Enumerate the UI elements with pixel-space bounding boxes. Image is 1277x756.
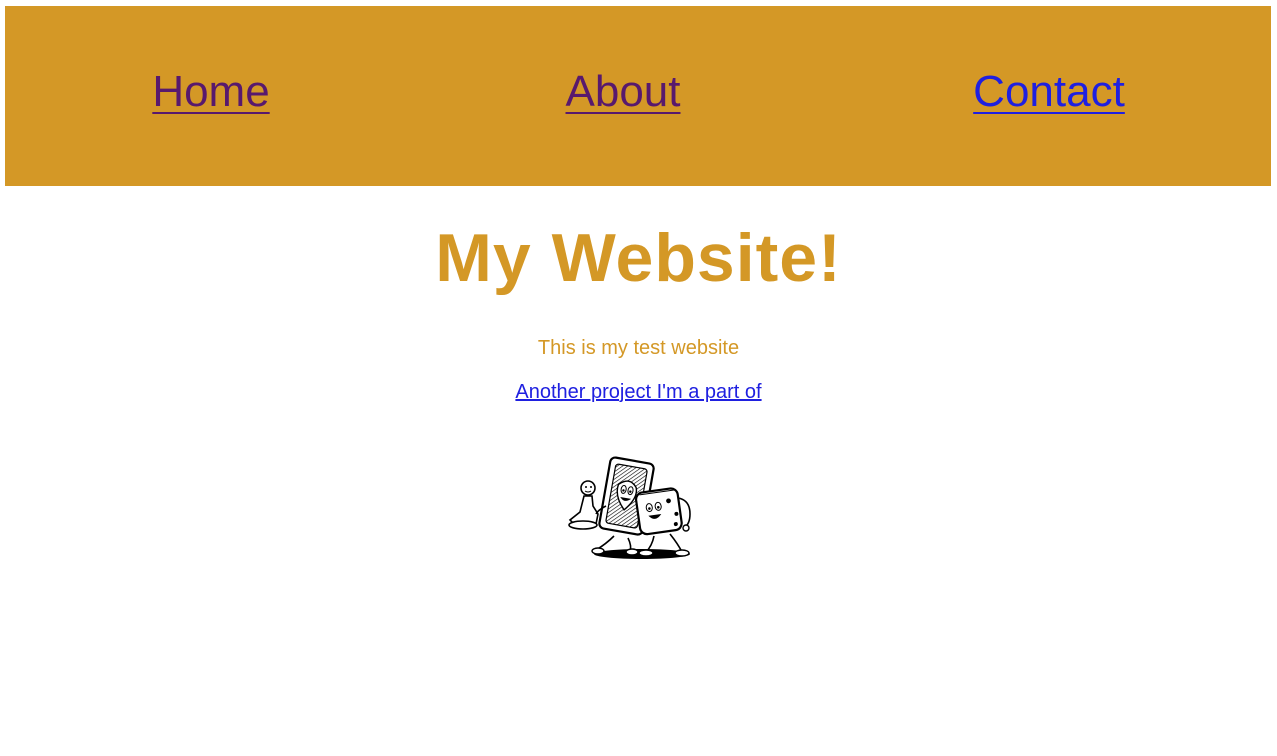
nav-link-home[interactable]: Home: [152, 70, 269, 114]
top-navbar: Home About Contact: [5, 6, 1271, 186]
nav-link-contact[interactable]: Contact: [973, 70, 1125, 114]
nav-link-about[interactable]: About: [566, 70, 681, 114]
card-and-dice-mascot-icon: [568, 456, 691, 559]
page-subtitle: This is my test website: [537, 337, 740, 359]
page: Home About Contact My Website! This is m…: [0, 0, 1277, 756]
page-title: My Website!: [435, 220, 842, 296]
project-link[interactable]: Another project I'm a part of: [515, 382, 761, 402]
